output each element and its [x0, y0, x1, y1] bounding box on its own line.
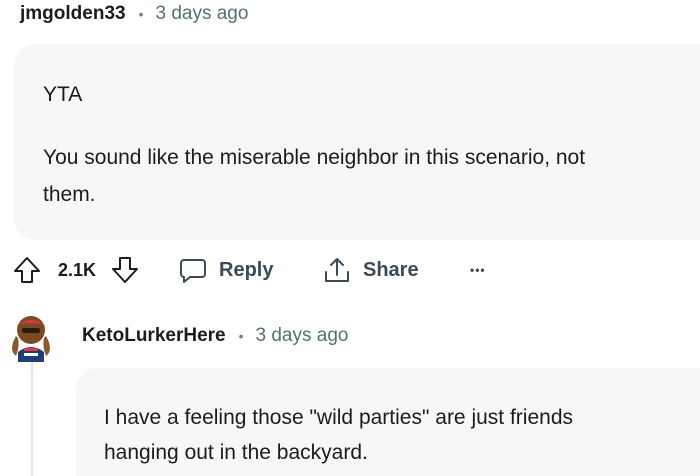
upvote-button[interactable]	[12, 252, 42, 288]
avatar[interactable]	[4, 306, 60, 362]
meta-separator: •	[238, 328, 244, 344]
comment-action-bar: 2.1K Reply Share •••	[0, 252, 700, 288]
ellipsis-icon: •••	[470, 263, 486, 277]
avatar-image	[7, 310, 55, 362]
downvote-button[interactable]	[110, 252, 140, 288]
share-icon	[322, 255, 352, 285]
comment-paragraph: them.	[43, 183, 96, 206]
thread-line[interactable]	[31, 362, 33, 476]
reply-button[interactable]: Reply	[178, 252, 273, 288]
comment-meta: jmgolden33 • 3 days ago	[20, 2, 248, 26]
comment-username[interactable]: jmgolden33	[20, 3, 126, 25]
comment-timestamp[interactable]: 3 days ago	[155, 3, 248, 25]
downvote-arrow-icon	[110, 255, 140, 285]
share-label: Share	[363, 258, 419, 281]
comment-paragraph: YTA	[43, 83, 83, 106]
reply-username[interactable]: KetoLurkerHere	[82, 325, 226, 347]
reply-timestamp[interactable]: 3 days ago	[256, 325, 349, 347]
reply-label: Reply	[219, 258, 274, 281]
share-button[interactable]: Share	[322, 252, 419, 288]
vote-count: 2.1K	[58, 259, 97, 280]
meta-separator: •	[138, 6, 144, 22]
comment-thread: jmgolden33 • 3 days ago YTA You sound li…	[0, 0, 700, 476]
reply-meta: KetoLurkerHere • 3 days ago	[82, 323, 348, 349]
reply-line: hanging out in the backyard.	[104, 441, 368, 464]
more-options-button[interactable]: •••	[470, 252, 486, 288]
comment-paragraph: You sound like the miserable neighbor in…	[43, 146, 586, 169]
comment-bubble-icon	[178, 255, 208, 285]
reply-line: I have a feeling those "wild parties" ar…	[104, 406, 573, 429]
upvote-arrow-icon	[12, 255, 42, 285]
